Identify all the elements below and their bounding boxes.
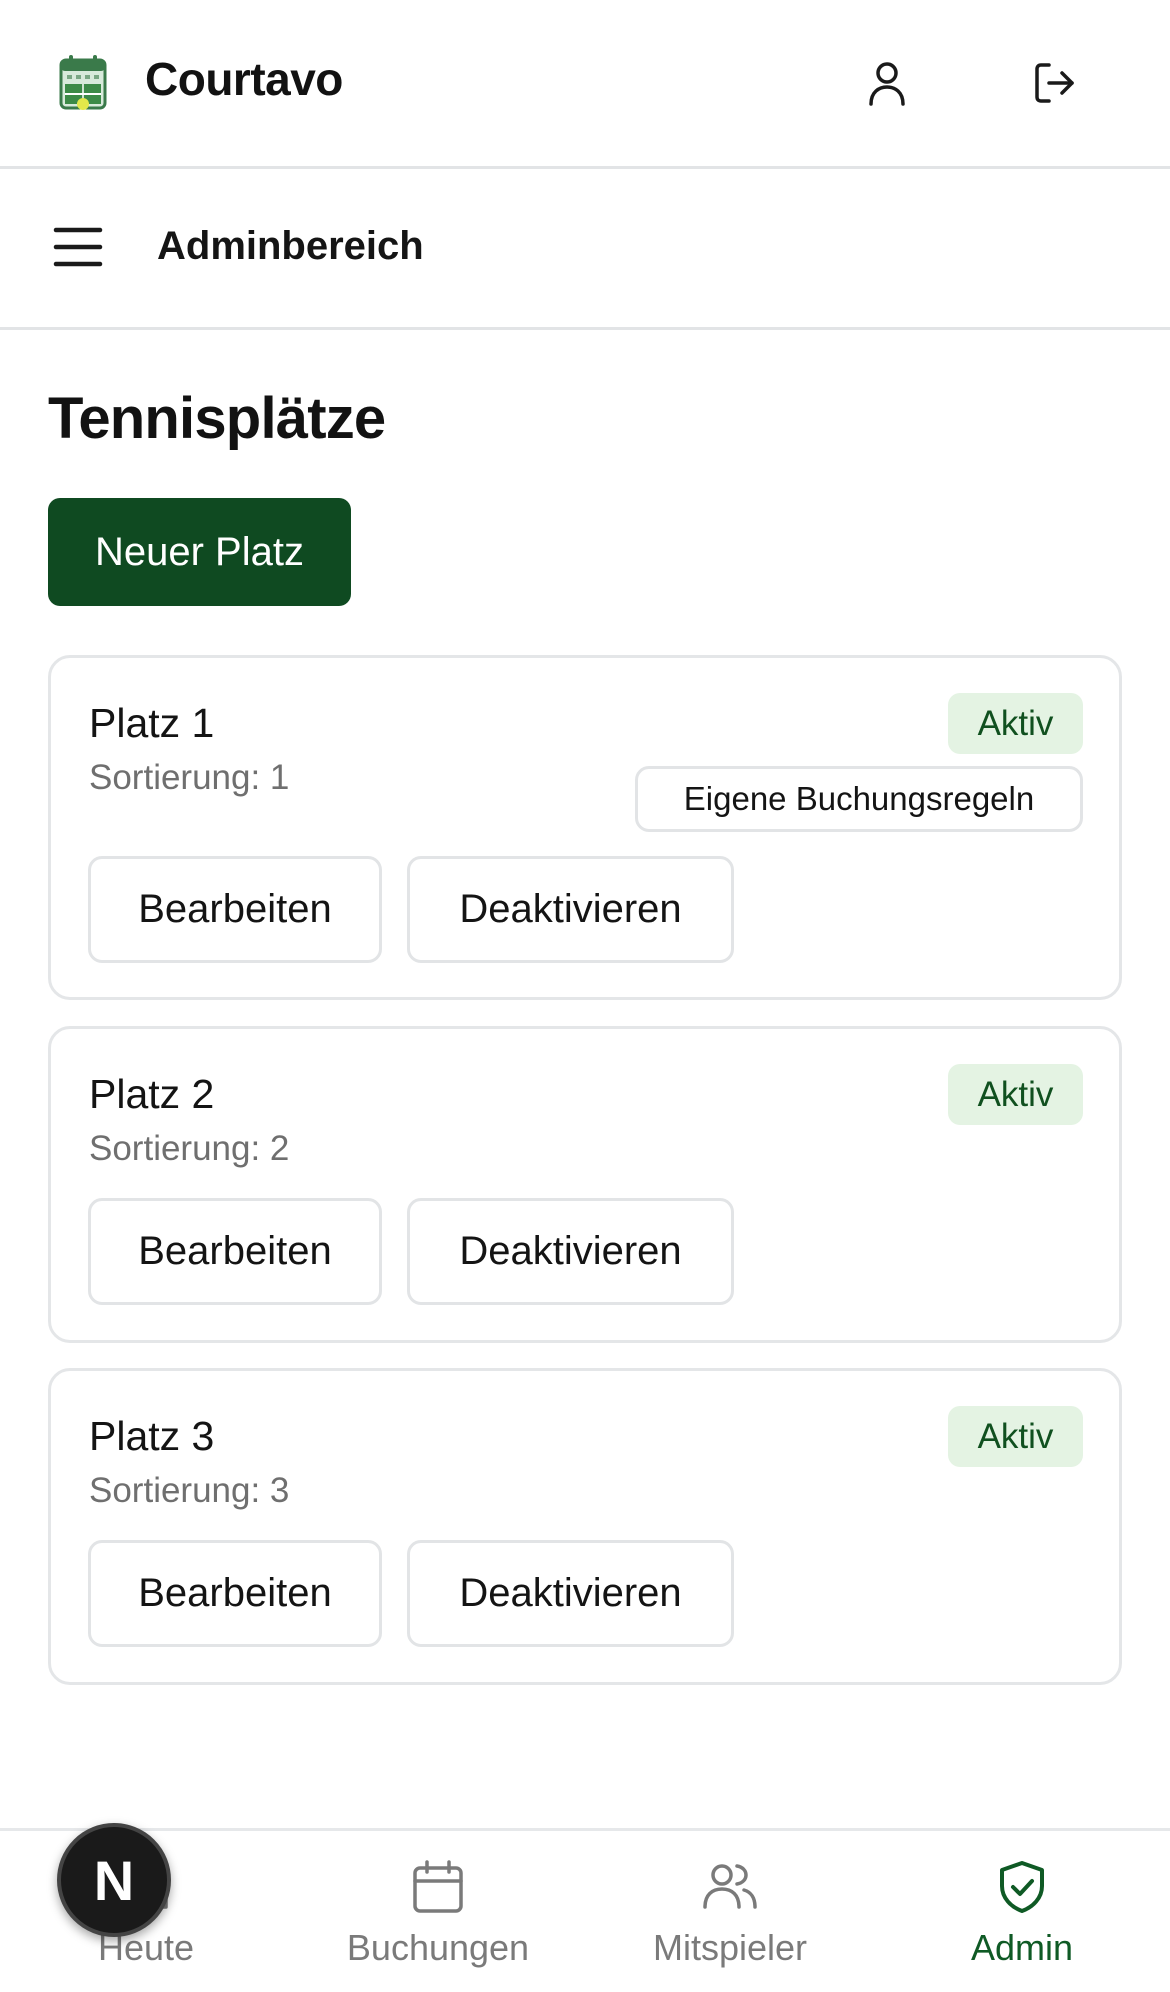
top-bar: Courtavo <box>0 0 1170 169</box>
court-card: Platz 2 Sortierung: 2 Aktiv Bearbeiten D… <box>48 1026 1122 1343</box>
nav-label: Buchungen <box>346 1927 530 1968</box>
status-badge: Aktiv <box>948 1064 1083 1125</box>
page: Courtavo Adminbereich Tennisplätze Neuer… <box>0 0 1170 1992</box>
deactivate-button[interactable]: Deaktivieren <box>407 856 734 963</box>
deactivate-button[interactable]: Deaktivieren <box>407 1198 734 1305</box>
shield-check-icon <box>994 1859 1050 1915</box>
bottom-nav: Heute Buchungen Mitspieler Admin <box>0 1828 1170 1992</box>
custom-rules-badge: Eigene Buchungsregeln <box>635 766 1083 832</box>
edit-button[interactable]: Bearbeiten <box>88 856 382 963</box>
edit-button[interactable]: Bearbeiten <box>88 1540 382 1647</box>
nav-item-buchungen[interactable]: Buchungen <box>292 1831 584 1992</box>
nav-label: Mitspieler <box>652 1927 808 1968</box>
court-card: Platz 1 Sortierung: 1 Aktiv Eigene Buchu… <box>48 655 1122 1000</box>
nav-label: Admin <box>970 1927 1074 1968</box>
court-name: Platz 1 <box>89 700 215 746</box>
users-icon <box>702 1859 758 1915</box>
calendar-icon <box>410 1859 466 1915</box>
court-name: Platz 3 <box>89 1413 215 1459</box>
nav-label: Heute <box>97 1927 195 1968</box>
app-logo-icon <box>58 54 108 112</box>
court-sort-order: Sortierung: 3 <box>89 1471 290 1510</box>
status-badge: Aktiv <box>948 1406 1083 1467</box>
new-court-button[interactable]: Neuer Platz <box>48 498 351 606</box>
court-card: Platz 3 Sortierung: 3 Aktiv Bearbeiten D… <box>48 1368 1122 1685</box>
page-title: Tennisplätze <box>48 386 386 451</box>
deactivate-button[interactable]: Deaktivieren <box>407 1540 734 1647</box>
profile-icon[interactable] <box>860 56 914 110</box>
court-name: Platz 2 <box>89 1071 215 1117</box>
nav-item-admin[interactable]: Admin <box>876 1831 1168 1992</box>
status-badge: Aktiv <box>948 693 1083 754</box>
edit-button[interactable]: Bearbeiten <box>88 1198 382 1305</box>
admin-subheader: Adminbereich <box>0 169 1170 330</box>
nav-item-mitspieler[interactable]: Mitspieler <box>584 1831 876 1992</box>
court-sort-order: Sortierung: 1 <box>89 758 290 797</box>
court-sort-order: Sortierung: 2 <box>89 1129 290 1168</box>
menu-icon[interactable] <box>52 221 104 273</box>
app-name: Courtavo <box>145 53 343 105</box>
dev-tools-badge[interactable]: N <box>57 1823 171 1937</box>
section-title: Adminbereich <box>157 224 424 268</box>
logout-icon[interactable] <box>1028 56 1082 110</box>
